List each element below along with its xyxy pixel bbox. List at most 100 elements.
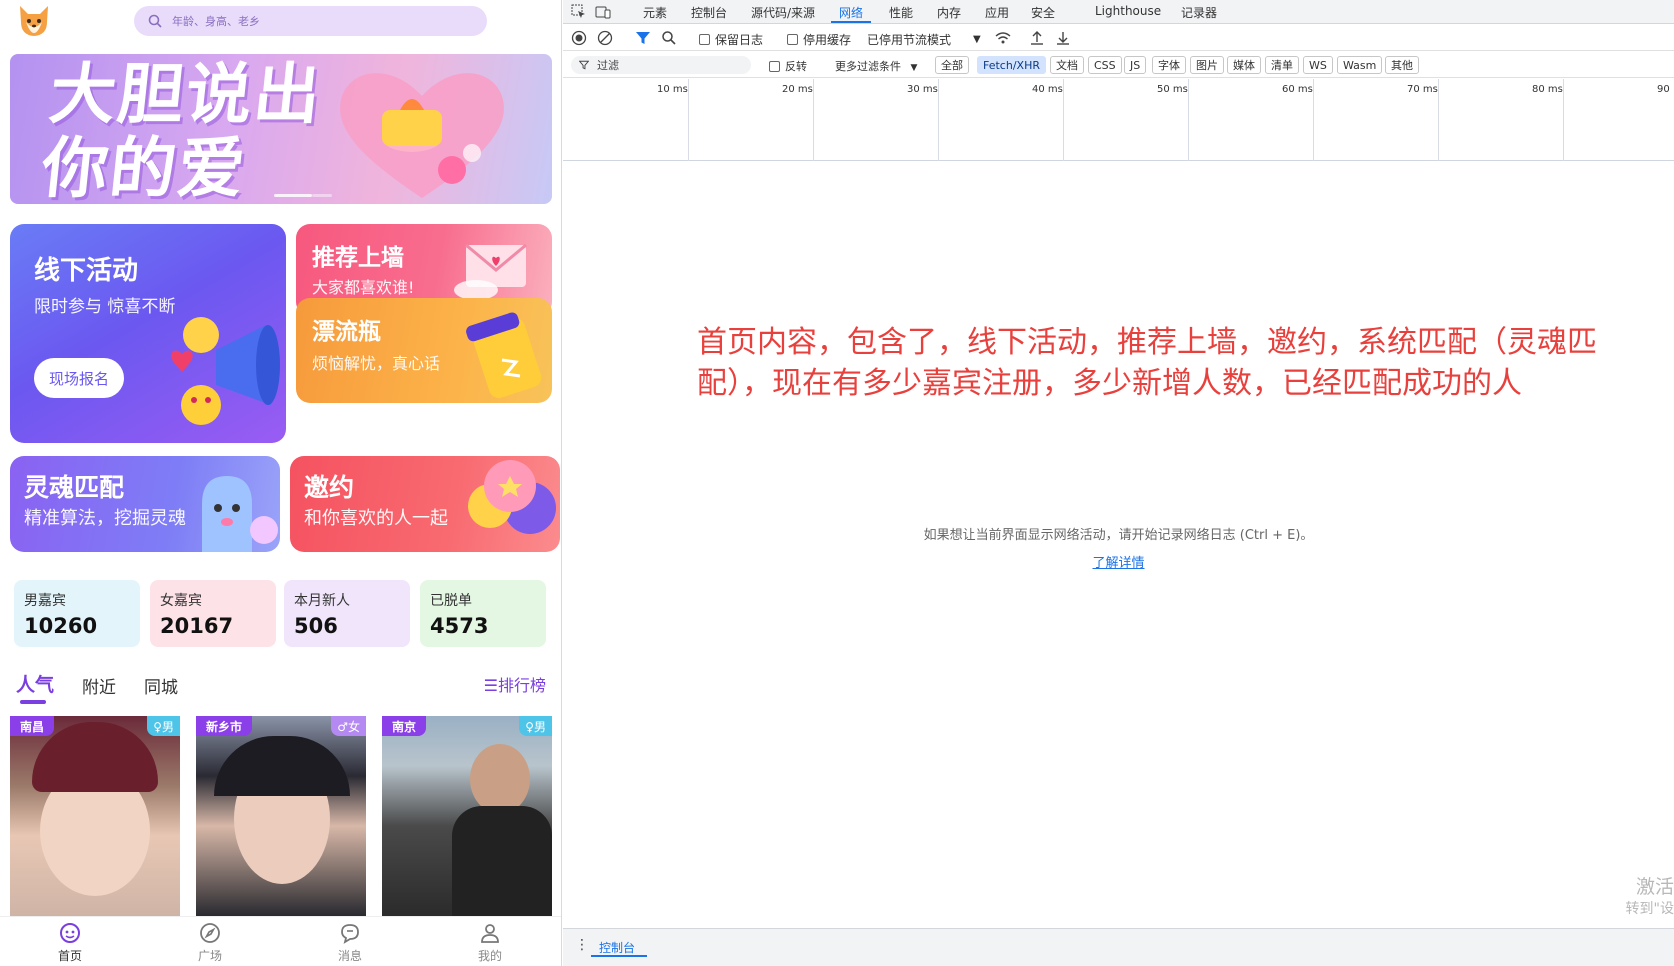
more-vert-icon[interactable]: ⋮ xyxy=(575,937,589,953)
tab-recorder[interactable]: 记录器 xyxy=(1181,4,1217,21)
tab-security[interactable]: 安全 xyxy=(1031,4,1055,21)
search-box[interactable]: 年龄、身高、老乡 xyxy=(134,6,487,36)
devtools-drawer: ⋮ 控制台 xyxy=(563,928,1674,966)
hair xyxy=(214,736,350,796)
record-icon[interactable] xyxy=(571,30,587,46)
stat-label: 女嘉宾 xyxy=(160,593,202,609)
timeline-tick-label: 40 ms xyxy=(1032,84,1063,95)
soul-match-card[interactable]: 灵魂匹配 精准算法，挖掘灵魂 xyxy=(10,456,280,552)
filter-chip-js[interactable]: JS xyxy=(1124,56,1147,74)
timeline-gridline xyxy=(1438,79,1439,161)
inspect-element-icon[interactable] xyxy=(571,4,587,20)
city-tag: 南京 xyxy=(382,716,427,736)
bottle-subtitle: 烦恼解忧，真心话 xyxy=(312,354,441,373)
tab-popular[interactable]: 人气 xyxy=(16,670,54,697)
timeline-tick-label: 60 ms xyxy=(1282,84,1313,95)
filter-chip-css[interactable]: CSS xyxy=(1088,56,1122,74)
home-icon xyxy=(60,923,80,943)
tab-same-city[interactable]: 同城 xyxy=(144,673,178,698)
network-timeline[interactable]: 10 ms 20 ms 30 ms 40 ms 50 ms 60 ms 70 m… xyxy=(563,79,1674,161)
activation-watermark: 激活 xyxy=(1635,876,1674,898)
import-har-icon[interactable] xyxy=(1029,30,1045,46)
bottom-nav: 首页 广场 消息 我的 xyxy=(0,916,561,966)
tab-lighthouse[interactable]: Lighthouse xyxy=(1095,4,1161,18)
ranking-link[interactable]: ☰排行榜 xyxy=(484,672,546,696)
stat-matched: 已脱单 4573 xyxy=(420,580,546,647)
timeline-tick-label: 10 ms xyxy=(657,84,688,95)
profile-card[interactable]: 南昌 ♀男 xyxy=(10,716,180,916)
tab-performance[interactable]: 性能 xyxy=(889,4,913,21)
filter-chip-font[interactable]: 字体 xyxy=(1152,56,1186,74)
nav-messages[interactable]: 消息 xyxy=(320,921,380,964)
invite-subtitle: 和你喜欢的人一起 xyxy=(304,508,448,529)
offline-activity-card[interactable]: 线下活动 限时参与 惊喜不断 现场报名 xyxy=(10,224,286,443)
tab-application[interactable]: 应用 xyxy=(985,4,1009,21)
carousel-indicator-active xyxy=(274,194,312,197)
timeline-tick-label: 20 ms xyxy=(782,84,813,95)
nav-profile[interactable]: 我的 xyxy=(460,921,520,964)
drawer-tab-console[interactable]: 控制台 xyxy=(599,939,635,956)
preserve-log-checkbox[interactable]: 保留日志 xyxy=(699,31,763,48)
disable-cache-checkbox[interactable]: 停用缓存 xyxy=(787,31,851,48)
tab-network[interactable]: 网络 xyxy=(839,4,863,21)
filter-chip-ws[interactable]: WS xyxy=(1303,56,1333,74)
profile-card[interactable]: 南京 ♀男 xyxy=(382,716,552,916)
filter-chip-fetch-xhr[interactable]: Fetch/XHR xyxy=(977,56,1046,74)
timeline-gridline xyxy=(688,79,689,161)
invert-checkbox[interactable]: 反转 xyxy=(769,58,807,74)
soul-subtitle: 精准算法，挖掘灵魂 xyxy=(24,508,186,529)
feed-tabs: 人气 附近 同城 ☰排行榜 xyxy=(0,668,561,708)
filter-chip-all[interactable]: 全部 xyxy=(935,56,969,74)
banner-line-1: 大胆说出 xyxy=(45,56,326,133)
export-har-icon[interactable] xyxy=(1055,30,1071,46)
throttling-select[interactable]: 已停用节流模式 ▼ xyxy=(867,31,981,48)
nav-home[interactable]: 首页 xyxy=(40,921,100,964)
stat-label: 已脱单 xyxy=(430,593,472,609)
more-filters-dropdown[interactable]: 更多过滤条件 ▼ xyxy=(835,58,917,74)
disable-cache-label: 停用缓存 xyxy=(803,33,852,47)
empty-state-message: 如果想让当前界面显示网络活动，请开始记录网络日志 (Ctrl + E)。 xyxy=(923,528,1314,543)
network-toolbar: 保留日志 停用缓存 已停用节流模式 ▼ xyxy=(563,25,1674,51)
timeline-tick-label: 90 xyxy=(1657,84,1670,95)
device-toolbar-icon[interactable] xyxy=(595,4,611,20)
invert-label: 反转 xyxy=(785,60,807,73)
filter-chip-wasm[interactable]: Wasm xyxy=(1337,56,1383,74)
screen: 年龄、身高、老乡 大胆说出 你的爱 线下活动 限时参与 惊喜不断 现场报名 推荐… xyxy=(0,0,1674,966)
filter-chip-img[interactable]: 图片 xyxy=(1190,56,1224,74)
filter-chip-doc[interactable]: 文档 xyxy=(1050,56,1084,74)
checkbox-box xyxy=(699,34,710,45)
clear-icon[interactable] xyxy=(597,30,613,46)
tab-elements[interactable]: 元素 xyxy=(643,4,667,21)
stat-value: 10260 xyxy=(24,614,98,638)
tab-sources[interactable]: 源代码/来源 xyxy=(751,4,815,21)
filter-chip-media[interactable]: 媒体 xyxy=(1227,56,1261,74)
learn-more-label[interactable]: 了解详情 xyxy=(1092,556,1144,571)
learn-more-link[interactable]: 了解详情 xyxy=(563,552,1674,571)
drift-bottle-card[interactable]: 漂流瓶 烦恼解忧，真心话 xyxy=(296,298,552,403)
profile-card[interactable]: 新乡市 ♂女 xyxy=(196,716,366,916)
devtools-panel: 元素 控制台 源代码/来源 网络 性能 内存 应用 安全 Lighthouse … xyxy=(563,0,1674,966)
stat-female-guests: 女嘉宾 20167 xyxy=(150,580,276,647)
filter-input[interactable]: 过滤 xyxy=(571,56,751,74)
devtools-tab-bar: 元素 控制台 源代码/来源 网络 性能 内存 应用 安全 Lighthouse … xyxy=(563,0,1674,24)
register-button[interactable]: 现场报名 xyxy=(34,358,124,398)
banner-text: 大胆说出 你的爱 xyxy=(38,56,326,204)
network-conditions-icon[interactable] xyxy=(995,30,1011,46)
search-icon xyxy=(148,14,162,28)
tab-nearby[interactable]: 附近 xyxy=(82,673,116,698)
filter-chip-manifest[interactable]: 清单 xyxy=(1265,56,1299,74)
timeline-tick-label: 30 ms xyxy=(907,84,938,95)
mobile-app: 年龄、身高、老乡 大胆说出 你的爱 线下活动 限时参与 惊喜不断 现场报名 推荐… xyxy=(0,0,562,966)
search-icon[interactable] xyxy=(661,30,677,46)
tab-memory[interactable]: 内存 xyxy=(937,4,961,21)
filter-funnel-icon[interactable] xyxy=(635,30,651,46)
gift-heart-icon xyxy=(340,73,504,198)
invite-card[interactable]: 邀约 和你喜欢的人一起 xyxy=(290,456,560,552)
banner-carousel[interactable]: 大胆说出 你的爱 xyxy=(10,54,552,204)
stat-label: 男嘉宾 xyxy=(24,593,66,609)
fox-logo-icon xyxy=(20,6,48,36)
tab-console[interactable]: 控制台 xyxy=(691,4,727,21)
nav-plaza[interactable]: 广场 xyxy=(180,921,240,964)
preserve-log-label: 保留日志 xyxy=(715,33,764,47)
filter-chip-other[interactable]: 其他 xyxy=(1385,56,1419,74)
